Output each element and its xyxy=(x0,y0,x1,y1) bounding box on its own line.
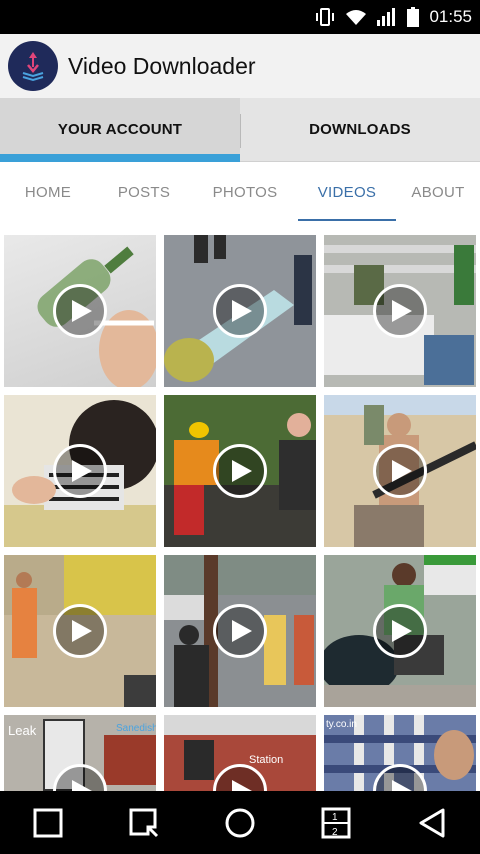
subtab-photos[interactable]: PHOTOS xyxy=(192,163,298,221)
signal-icon xyxy=(377,8,397,26)
play-icon[interactable] xyxy=(53,444,107,498)
multi-window-icon[interactable]: 12 xyxy=(312,799,360,847)
video-thumb-alley[interactable] xyxy=(4,555,156,707)
subtab-about[interactable]: ABOUT xyxy=(396,163,480,221)
play-icon[interactable] xyxy=(53,604,107,658)
app-bar: Video Downloader xyxy=(0,34,480,98)
subtab-label: ABOUT xyxy=(411,183,465,201)
home-circle-icon[interactable] xyxy=(216,799,264,847)
play-icon[interactable] xyxy=(373,604,427,658)
app-title: Video Downloader xyxy=(68,52,256,79)
vibrate-icon xyxy=(315,7,335,27)
shirt-label: ty.co.in xyxy=(326,719,357,730)
svg-text:1: 1 xyxy=(332,812,338,823)
subtab-label: VIDEOS xyxy=(317,183,377,201)
video-grid: Leak Sanedisha Station ty.co.in xyxy=(4,235,476,791)
play-icon[interactable] xyxy=(373,444,427,498)
subtab-label: PHOTOS xyxy=(212,183,278,201)
leak-label: Leak xyxy=(8,723,37,738)
tab-label: DOWNLOADS xyxy=(309,121,411,138)
video-thumb-shirt[interactable]: ty.co.in xyxy=(324,715,476,791)
play-icon[interactable] xyxy=(373,284,427,338)
status-time: 01:55 xyxy=(429,7,472,26)
subtab-label: HOME xyxy=(24,183,72,201)
video-thumb-car[interactable] xyxy=(324,555,476,707)
play-icon[interactable] xyxy=(213,444,267,498)
back-triangle-icon[interactable] xyxy=(408,799,456,847)
video-thumb-workers[interactable] xyxy=(164,395,316,547)
subtab-posts[interactable]: POSTS xyxy=(96,163,192,221)
tab-divider xyxy=(240,114,241,148)
bus-label: Station xyxy=(249,754,283,766)
search-square-icon[interactable] xyxy=(120,799,168,847)
video-thumb-store[interactable] xyxy=(324,235,476,387)
subtab-home[interactable]: HOME xyxy=(0,163,96,221)
battery-icon xyxy=(407,7,420,27)
navigation-bar: 12 xyxy=(0,791,480,854)
status-bar: 01:55 xyxy=(0,0,480,34)
video-thumb-bus[interactable]: Station xyxy=(164,715,316,791)
video-thumb-street[interactable] xyxy=(164,235,316,387)
tab-downloads[interactable]: DOWNLOADS xyxy=(240,98,480,161)
subtab-videos[interactable]: VIDEOS xyxy=(298,163,396,221)
video-thumb-bottle[interactable] xyxy=(4,235,156,387)
subtab-label: POSTS xyxy=(117,183,171,201)
video-thumb-crowd[interactable] xyxy=(164,555,316,707)
wifi-icon xyxy=(345,8,367,26)
play-icon[interactable] xyxy=(213,284,267,338)
play-icon[interactable] xyxy=(53,284,107,338)
main-tabs: YOUR ACCOUNT DOWNLOADS xyxy=(0,98,480,162)
play-icon[interactable] xyxy=(213,604,267,658)
video-thumb-baby[interactable] xyxy=(4,395,156,547)
square-icon[interactable] xyxy=(24,799,72,847)
video-thumb-leak[interactable]: Leak Sanedisha xyxy=(4,715,156,791)
video-thumb-gun[interactable] xyxy=(324,395,476,547)
tab-your-account[interactable]: YOUR ACCOUNT xyxy=(0,98,240,162)
tab-label: YOUR ACCOUNT xyxy=(57,121,183,138)
svg-text:2: 2 xyxy=(332,827,338,838)
leak-label-2: Sanedisha xyxy=(116,723,156,734)
sub-tabs: HOME POSTS PHOTOS VIDEOS ABOUT xyxy=(0,163,480,221)
download-logo-icon xyxy=(8,41,58,91)
